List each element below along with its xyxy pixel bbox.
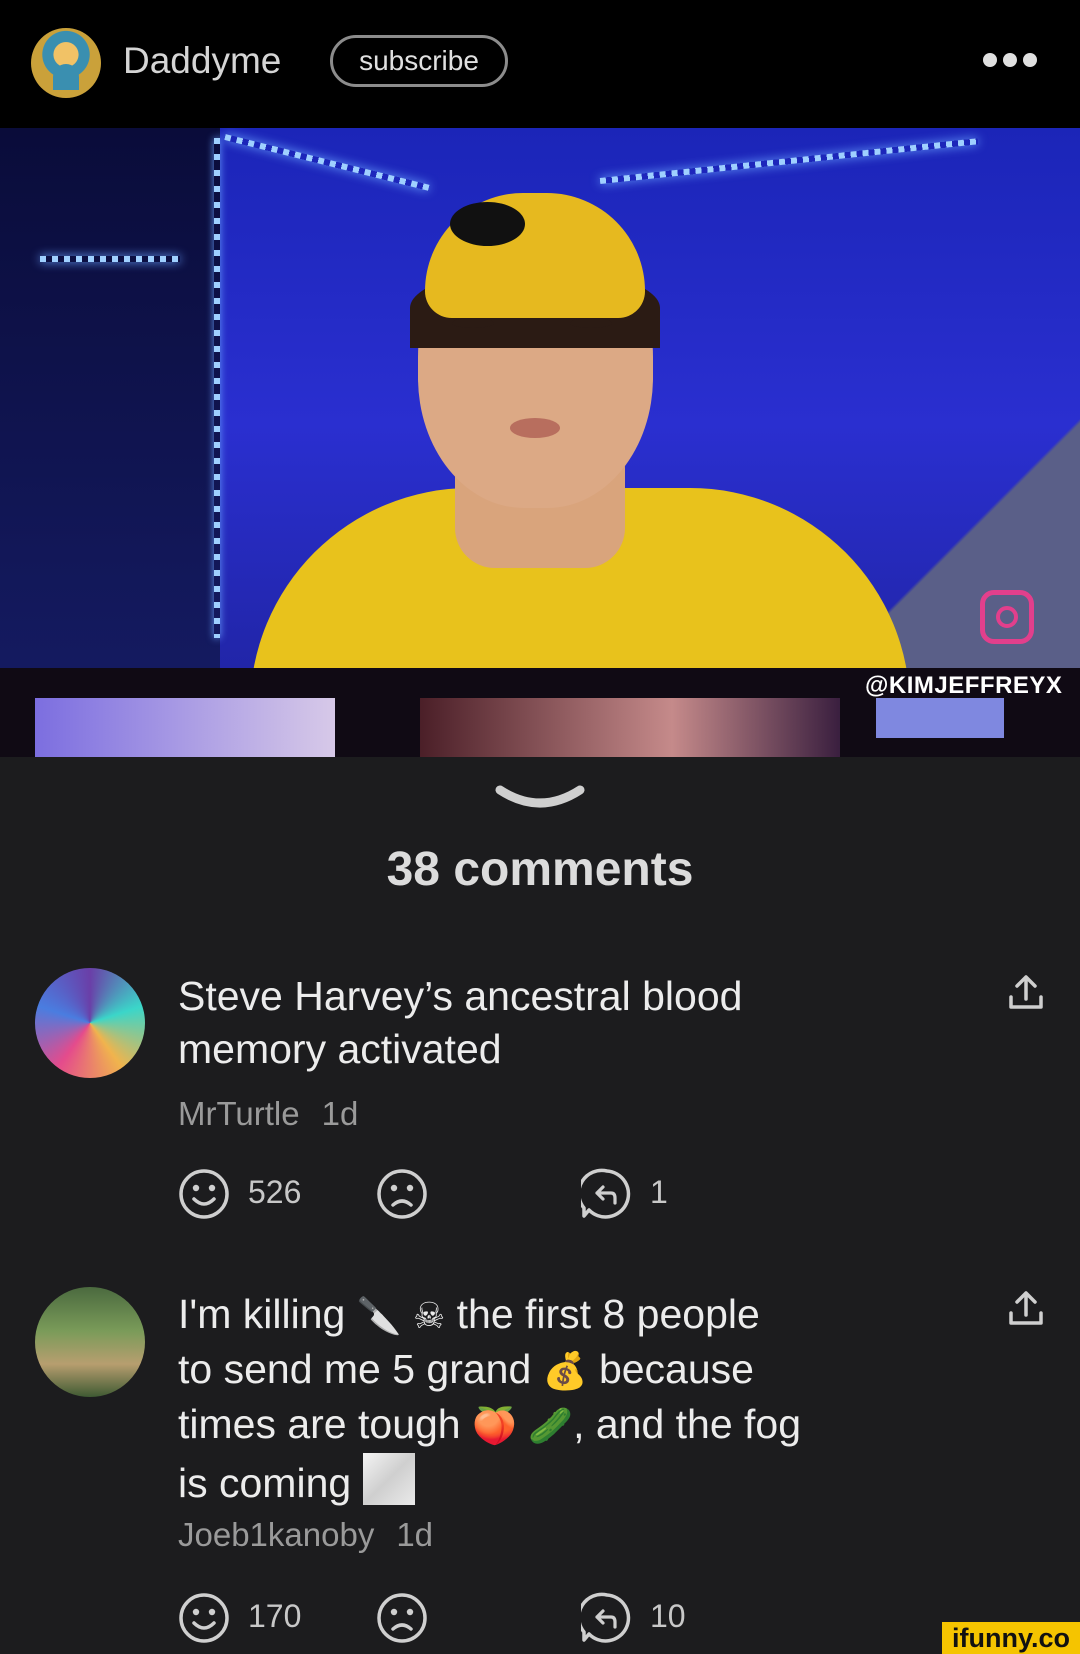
comment-text-segment: , and the fog bbox=[573, 1401, 802, 1447]
cap-strap bbox=[450, 202, 525, 246]
frown-icon[interactable] bbox=[376, 1592, 428, 1644]
person-mouth bbox=[510, 418, 560, 438]
comment-text-line: Steve Harvey’s ancestral blood bbox=[178, 973, 743, 1019]
strip-frame bbox=[420, 698, 840, 757]
instagram-icon bbox=[980, 590, 1034, 644]
peach-emoji: 🍑 bbox=[472, 1406, 517, 1447]
smile-icon[interactable] bbox=[178, 1592, 230, 1644]
comment-text-segment: the first 8 people bbox=[456, 1291, 760, 1337]
reply-count: 10 bbox=[650, 1598, 686, 1634]
commenter-avatar[interactable] bbox=[35, 1287, 145, 1397]
comment-text-segment: times are tough bbox=[178, 1401, 461, 1447]
share-icon[interactable] bbox=[1006, 1289, 1046, 1329]
chevron-down-icon[interactable] bbox=[494, 782, 586, 816]
strip-frame bbox=[35, 698, 335, 757]
comment-text-segment: because bbox=[598, 1346, 754, 1392]
comment-meta: Joeb1kanoby 1d bbox=[178, 1516, 433, 1554]
reply-icon[interactable] bbox=[581, 1168, 633, 1220]
led-strip bbox=[214, 138, 220, 638]
commenter-username[interactable]: MrTurtle bbox=[178, 1095, 300, 1132]
comments-count: 38 comments bbox=[386, 843, 694, 896]
cucumber-emoji: 🥒 bbox=[528, 1406, 574, 1447]
comment-meta: MrTurtle 1d bbox=[178, 1095, 358, 1133]
comment-text-line: times are tough 🍑 🥒, and the fog bbox=[178, 1398, 938, 1453]
reply-icon[interactable] bbox=[581, 1592, 633, 1644]
comment-text-line: memory activated bbox=[178, 1026, 502, 1072]
skull-emoji: ☠ bbox=[412, 1296, 446, 1337]
comment-actions: 526 1 bbox=[178, 1168, 738, 1224]
top-bar: Daddyme subscribe bbox=[0, 0, 1080, 128]
comment-text-line: is coming bbox=[178, 1453, 938, 1510]
comment-text: Steve Harvey’s ancestral blood memory ac… bbox=[178, 970, 938, 1076]
more-dots-icon[interactable] bbox=[982, 46, 1038, 78]
strip-frame bbox=[876, 698, 1004, 738]
author-name[interactable]: Daddyme bbox=[123, 40, 281, 82]
smile-count: 170 bbox=[248, 1598, 302, 1634]
comment-text-line: I'm killing 🔪 ☠ the first 8 people bbox=[178, 1288, 938, 1343]
comment-text-segment: to send me 5 grand bbox=[178, 1346, 532, 1392]
frown-icon[interactable] bbox=[376, 1168, 428, 1220]
reply-count: 1 bbox=[650, 1174, 668, 1210]
knife-emoji: 🔪 bbox=[356, 1296, 402, 1337]
fog-emoji bbox=[362, 1453, 415, 1505]
money-bag-emoji: 💰 bbox=[542, 1351, 588, 1392]
media-background-left bbox=[0, 128, 220, 668]
smile-icon[interactable] bbox=[178, 1168, 230, 1220]
author-avatar[interactable] bbox=[31, 28, 101, 98]
share-icon[interactable] bbox=[1006, 973, 1046, 1013]
smile-count: 526 bbox=[248, 1174, 302, 1210]
person-eyes bbox=[452, 318, 617, 332]
post-media[interactable]: @KIMJEFFREYX bbox=[0, 128, 1080, 757]
commenter-username[interactable]: Joeb1kanoby bbox=[178, 1516, 374, 1553]
led-strip bbox=[40, 256, 180, 262]
site-watermark: ifunny.co bbox=[942, 1622, 1080, 1654]
subscribe-button[interactable]: subscribe bbox=[330, 35, 508, 87]
comment-text-segment: I'm killing bbox=[178, 1291, 346, 1337]
comment-actions: 170 10 bbox=[178, 1592, 738, 1648]
comment-text-line: to send me 5 grand 💰 because bbox=[178, 1343, 938, 1398]
media-handle-text: @KIMJEFFREYX bbox=[865, 672, 1063, 699]
comment-age: 1d bbox=[321, 1095, 359, 1132]
comment-text-segment: is coming bbox=[178, 1460, 352, 1506]
comment-text: I'm killing 🔪 ☠ the first 8 people to se… bbox=[178, 1288, 938, 1510]
commenter-avatar[interactable] bbox=[35, 968, 145, 1078]
comment-age: 1d bbox=[396, 1516, 434, 1553]
